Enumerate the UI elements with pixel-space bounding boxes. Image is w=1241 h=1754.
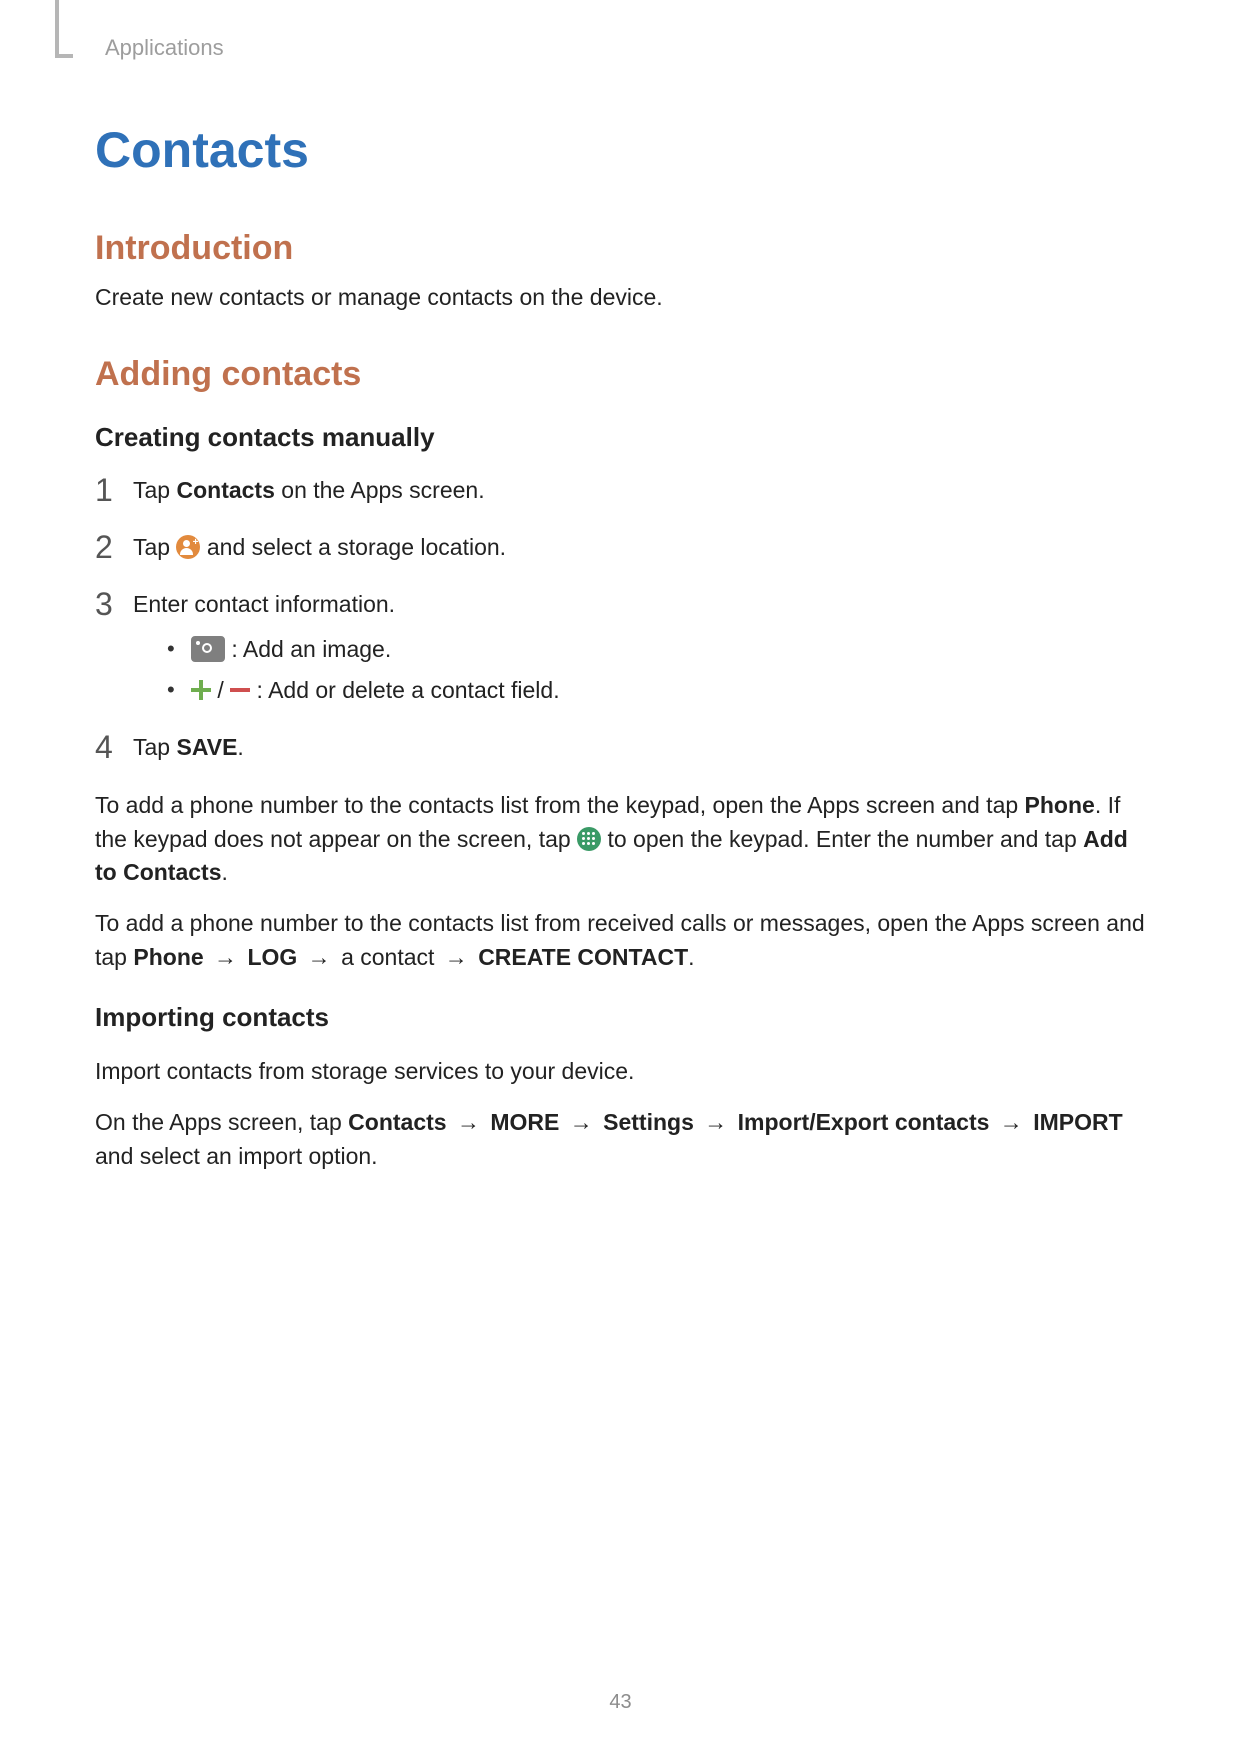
para-text: a contact (341, 944, 441, 970)
step-number: 4 (95, 726, 113, 769)
step-text: Tap (133, 734, 176, 760)
bullet-list: : Add an image. / : Add or delete a cont… (163, 634, 1146, 706)
minus-icon (230, 680, 250, 700)
step-text: Tap (133, 477, 176, 503)
step-number: 3 (95, 583, 113, 626)
step-text: and select a storage location. (200, 534, 506, 560)
para-text: . (222, 859, 228, 885)
bullet-text: : Add or delete a contact field. (250, 677, 559, 703)
para-text: . (688, 944, 694, 970)
step-bold: SAVE (176, 734, 237, 760)
step-3: 3 Enter contact information. : Add an im… (95, 589, 1146, 706)
paragraph-log: To add a phone number to the contacts li… (95, 907, 1146, 974)
step-text: . (237, 734, 243, 760)
step-1: 1 Tap Contacts on the Apps screen. (95, 475, 1146, 506)
camera-icon (191, 636, 225, 662)
page-number: 43 (0, 1691, 1241, 1714)
step-2: 2 Tap + and select a storage location. (95, 532, 1146, 563)
para-bold: Settings (603, 1109, 694, 1135)
arrow-icon: → (559, 1109, 603, 1135)
bullet-text: : Add an image. (225, 636, 391, 662)
step-number: 2 (95, 526, 113, 569)
importing-lead: Import contacts from storage services to… (95, 1055, 1146, 1088)
para-bold: Contacts (348, 1109, 446, 1135)
para-bold: MORE (490, 1109, 559, 1135)
section-introduction-heading: Introduction (95, 229, 1146, 268)
page-content: Applications Contacts Introduction Creat… (0, 0, 1241, 1173)
bullet-camera: : Add an image. (163, 634, 1146, 665)
paragraph-keypad: To add a phone number to the contacts li… (95, 789, 1146, 889)
page-corner-mark (55, 0, 59, 58)
para-text: to open the keypad. Enter the number and… (601, 826, 1083, 852)
introduction-text: Create new contacts or manage contacts o… (95, 282, 1146, 313)
para-text: and select an import option. (95, 1143, 378, 1169)
steps-list: 1 Tap Contacts on the Apps screen. 2 Tap… (95, 475, 1146, 763)
add-contact-icon: + (176, 535, 200, 559)
arrow-icon: → (694, 1109, 738, 1135)
para-bold: LOG (247, 944, 297, 970)
step-text: Tap (133, 534, 176, 560)
para-bold: Phone (1025, 792, 1095, 818)
arrow-icon: → (989, 1109, 1033, 1135)
step-text: on the Apps screen. (275, 477, 485, 503)
arrow-icon: → (297, 944, 341, 970)
breadcrumb: Applications (105, 35, 1146, 61)
para-text: To add a phone number to the contacts li… (95, 792, 1025, 818)
arrow-icon: → (447, 1109, 491, 1135)
section-adding-heading: Adding contacts (95, 355, 1146, 394)
arrow-icon: → (204, 944, 248, 970)
bullet-text: / (211, 677, 230, 703)
importing-para: On the Apps screen, tap Contacts → MORE … (95, 1106, 1146, 1173)
keypad-icon (577, 827, 601, 851)
para-text: On the Apps screen, tap (95, 1109, 348, 1135)
para-bold: Phone (133, 944, 203, 970)
step-4: 4 Tap SAVE. (95, 732, 1146, 763)
bullet-plus-minus: / : Add or delete a contact field. (163, 675, 1146, 706)
para-bold: Import/Export contacts (738, 1109, 990, 1135)
subsection-importing-heading: Importing contacts (95, 1002, 1146, 1033)
page-title: Contacts (95, 121, 1146, 179)
step-number: 1 (95, 469, 113, 512)
para-bold: IMPORT (1033, 1109, 1122, 1135)
plus-icon (191, 680, 211, 700)
subsection-creating-heading: Creating contacts manually (95, 422, 1146, 453)
step-text: Enter contact information. (133, 591, 395, 617)
para-bold: CREATE CONTACT (478, 944, 688, 970)
arrow-icon: → (441, 944, 478, 970)
step-bold: Contacts (176, 477, 274, 503)
